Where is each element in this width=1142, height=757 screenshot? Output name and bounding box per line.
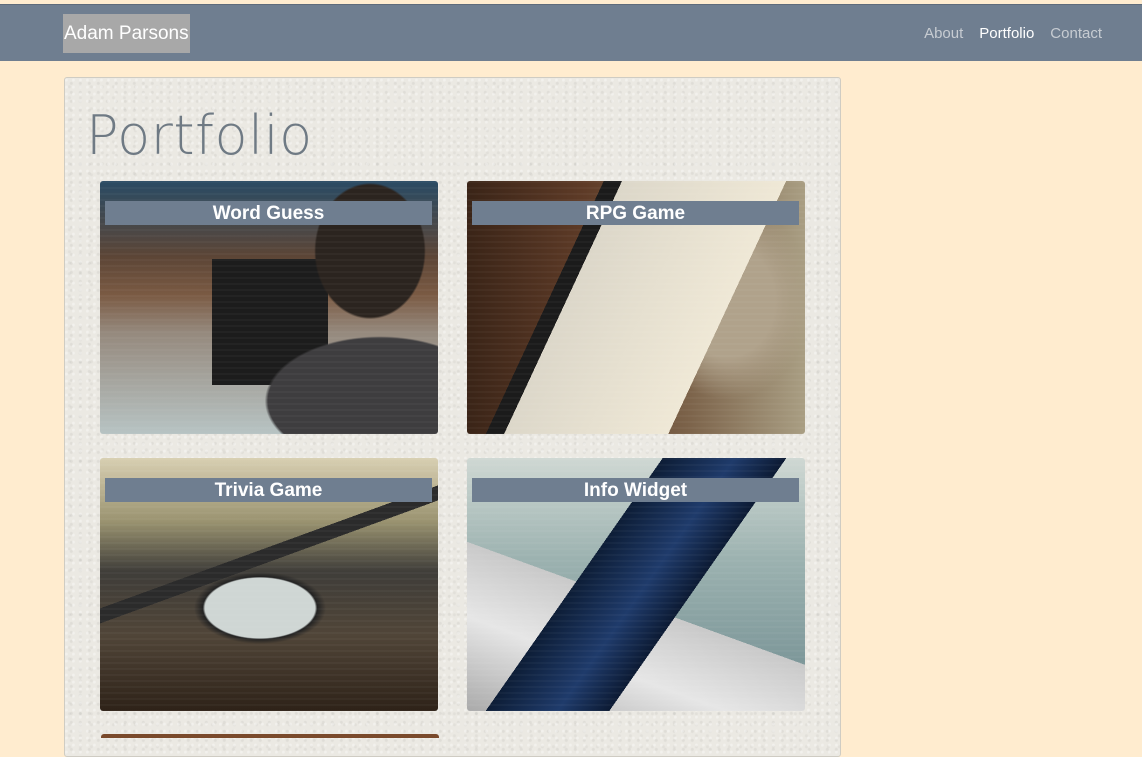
project-label: RPG Game (472, 201, 799, 225)
project-card-trivia-game[interactable]: Trivia Game (100, 458, 438, 711)
project-card-word-guess[interactable]: Word Guess (100, 181, 438, 434)
page-title: Portfolio (86, 104, 313, 167)
project-label: Info Widget (472, 478, 799, 502)
project-label: Trivia Game (105, 478, 432, 502)
nav-link-about[interactable]: About (924, 25, 963, 42)
next-project-card-peek[interactable] (101, 734, 439, 738)
project-card-info-widget[interactable]: Info Widget (467, 458, 805, 711)
nav-link-contact[interactable]: Contact (1050, 25, 1102, 42)
project-card-rpg-game[interactable]: RPG Game (467, 181, 805, 434)
portfolio-panel: Portfolio Word Guess RPG Game Trivia Gam… (64, 77, 841, 757)
navbar: Adam Parsons About Portfolio Contact (0, 4, 1142, 61)
project-label: Word Guess (105, 201, 432, 225)
nav-link-portfolio[interactable]: Portfolio (979, 25, 1034, 42)
brand-link[interactable]: Adam Parsons (63, 14, 190, 53)
nav-links: About Portfolio Contact (924, 5, 1102, 62)
